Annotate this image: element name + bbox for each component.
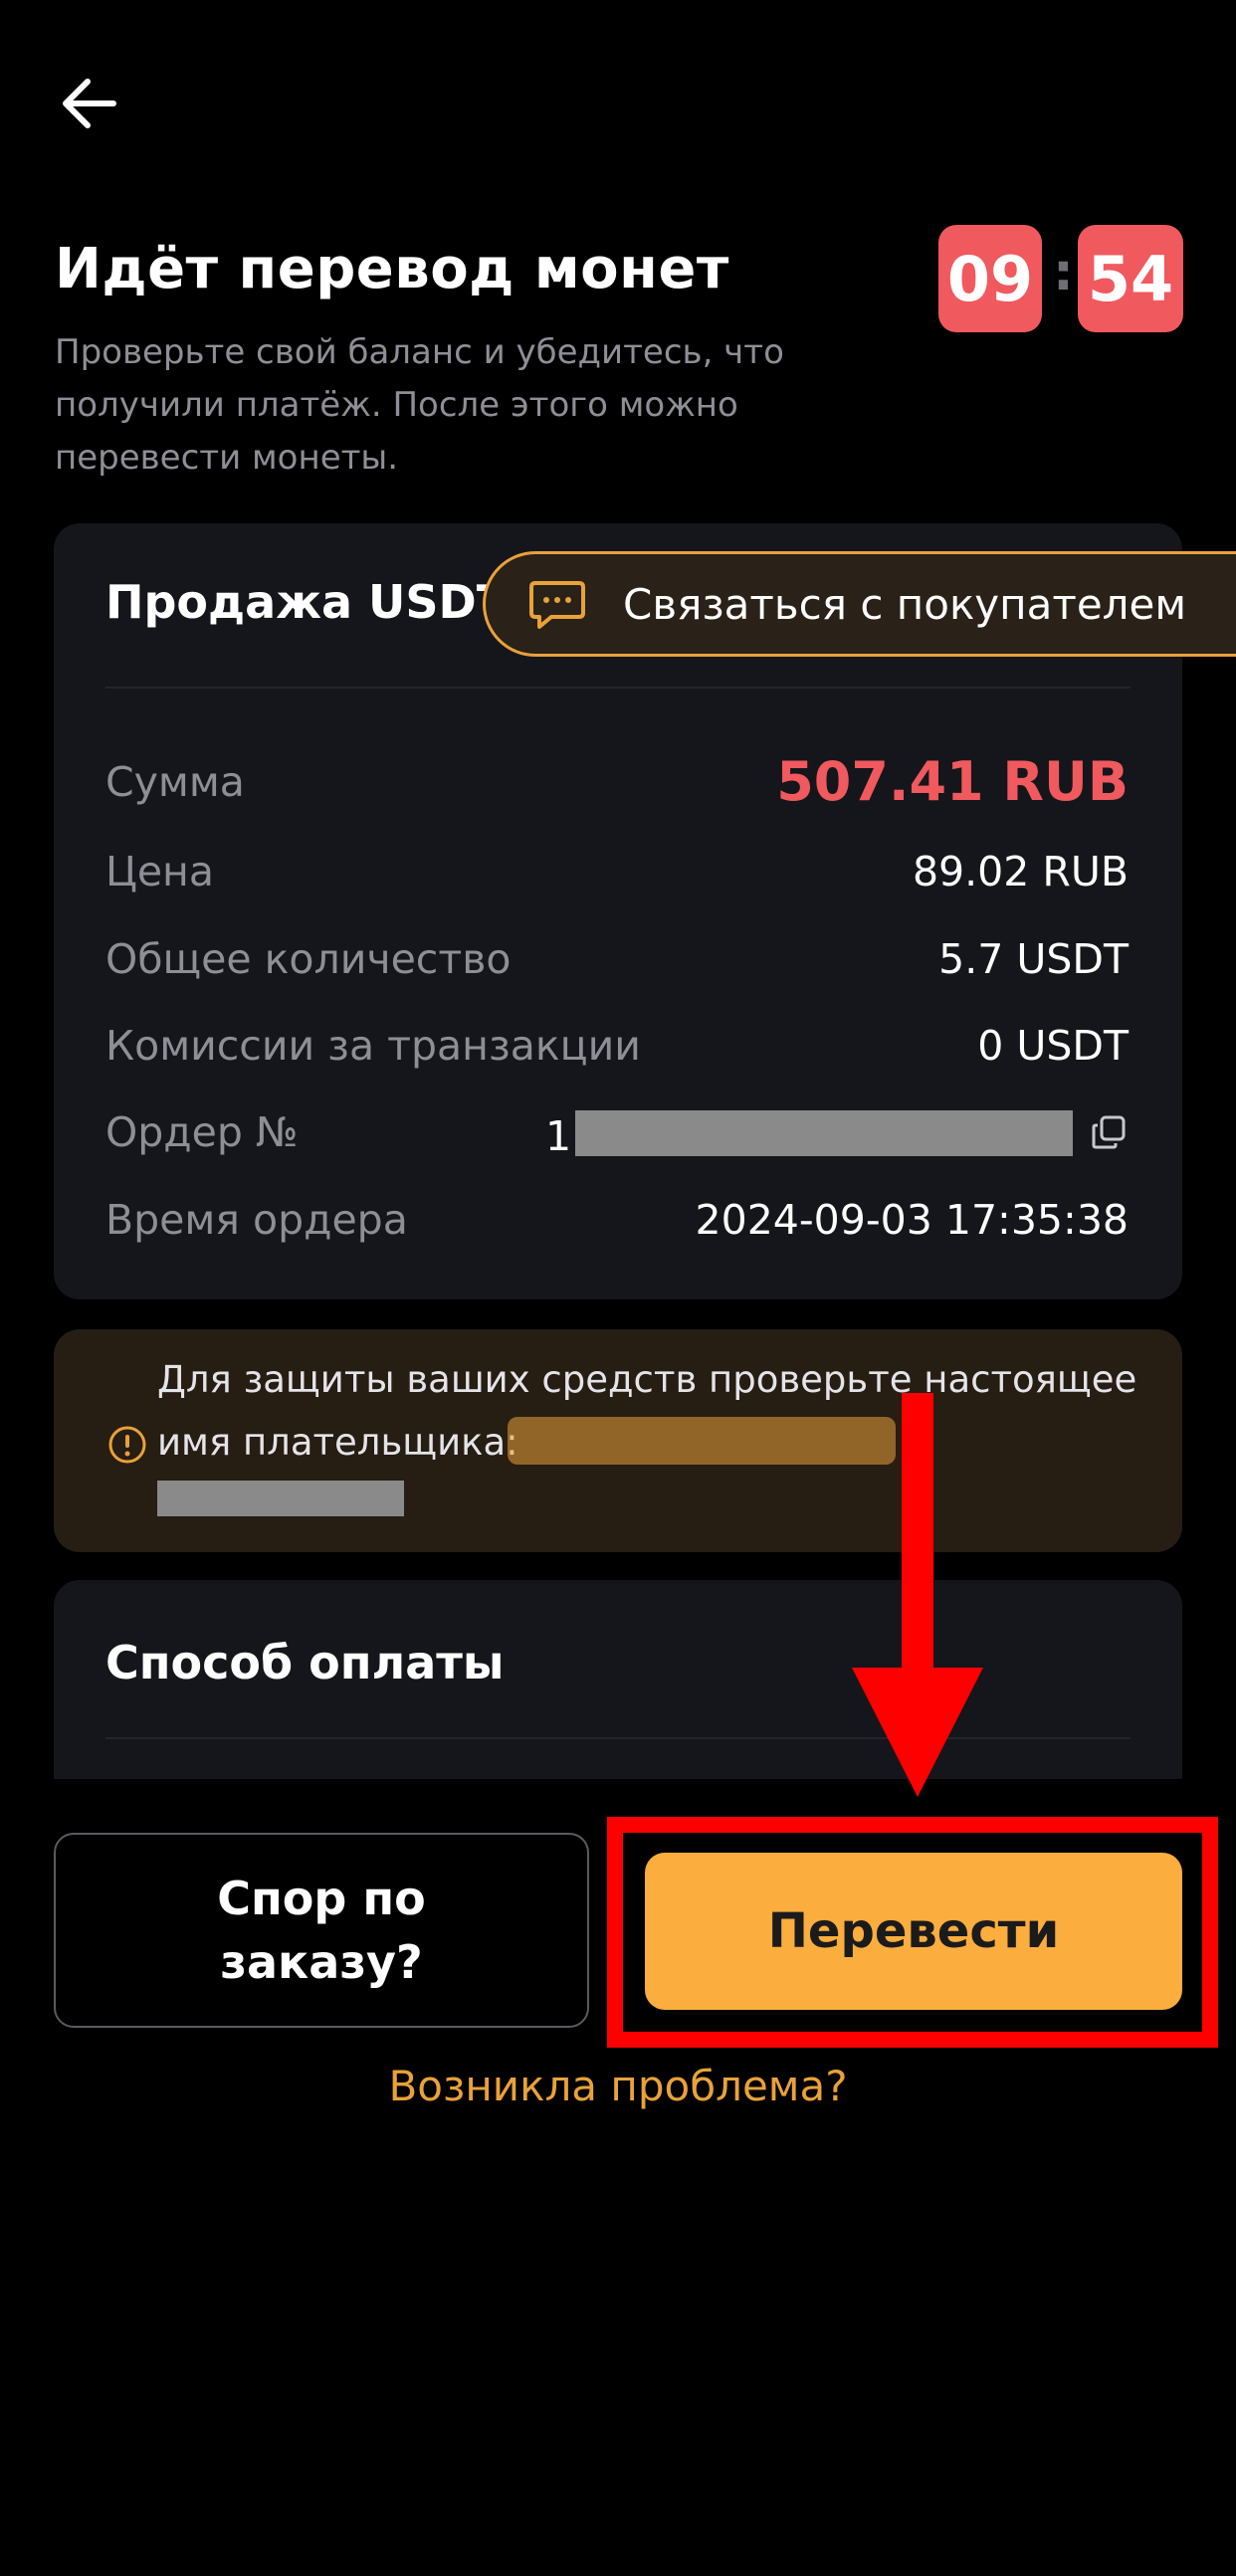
dispute-order-label: Спор по заказу? [217,1872,426,1989]
arrow-left-icon [63,79,116,128]
order-number-redaction [575,1110,1073,1156]
page-title: Идёт перевод монет [55,237,729,301]
payer-name-redaction-2 [157,1481,404,1516]
contact-buyer-label: Связаться с покупателем [623,579,1187,629]
contact-buyer-button[interactable]: Связаться с покупателем [483,551,1236,657]
back-button[interactable] [52,62,135,145]
warning-text-line1: Для защиты ваших средств проверьте насто… [157,1358,1137,1401]
card-divider [105,687,1131,689]
alert-circle-icon [108,1426,146,1464]
page-subtitle: Проверьте свой баланс и убедитесь, что п… [55,332,784,478]
timer-separator: : [1053,243,1074,302]
amount-label: Сумма [105,758,245,806]
order-number-value: 1 [545,1112,572,1160]
chat-icon [529,581,585,629]
order-number-label: Ордер № [105,1108,299,1156]
fee-label: Комиссии за транзакции [105,1022,641,1070]
order-time-label: Время ордера [105,1196,408,1244]
copy-icon[interactable] [1091,1114,1127,1150]
annotation-highlight-box [607,1817,1218,2048]
quantity-value: 5.7 USDT [938,935,1129,983]
order-card-title: Продажа USDT [105,575,509,629]
amount-value: 507.41 RUB [776,750,1129,813]
quantity-label: Общее количество [105,935,512,983]
dispute-order-button[interactable]: Спор по заказу? [54,1833,589,2028]
problem-link[interactable]: Возникла проблема? [0,2062,1236,2110]
payer-name-redaction [508,1417,896,1465]
timer-minutes: 09 [938,225,1042,332]
price-value: 89.02 RUB [912,848,1129,895]
order-time-value: 2024-09-03 17:35:38 [695,1196,1129,1244]
annotation-arrow-down-icon [852,1393,983,1797]
timer-seconds: 54 [1078,225,1183,332]
payment-method-title: Способ оплаты [105,1636,505,1689]
fee-value: 0 USDT [977,1022,1129,1070]
warning-text-line2: имя плательщика: [157,1421,518,1464]
price-label: Цена [105,848,214,895]
